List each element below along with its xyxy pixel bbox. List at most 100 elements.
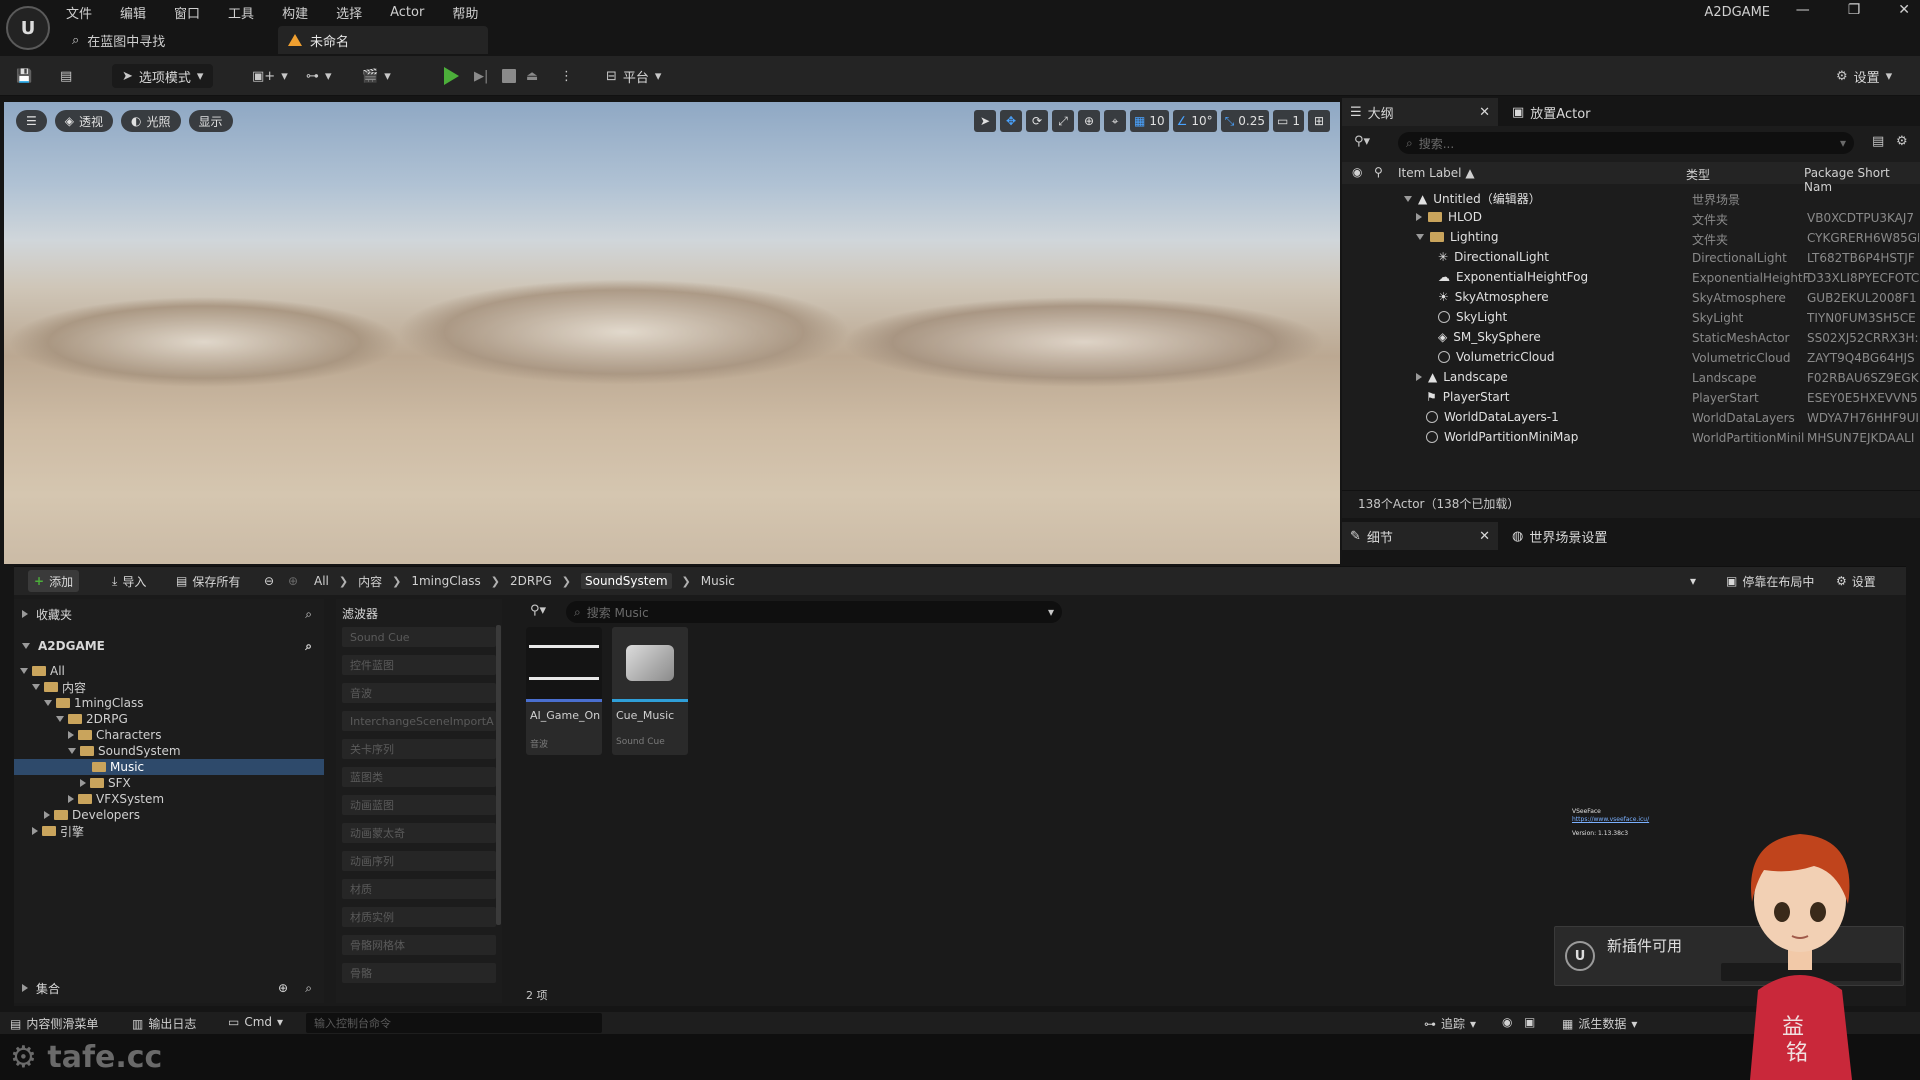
cmd-dropdown[interactable]: ▭ Cmd ▾ <box>228 1015 283 1029</box>
breadcrumb-item[interactable]: SoundSystem <box>580 573 672 589</box>
add-folder-icon[interactable]: ▤ <box>1872 134 1884 149</box>
add-collection-icon[interactable]: ⊕ <box>278 981 288 995</box>
eject-button[interactable]: ⏏ <box>526 64 538 88</box>
filter-item[interactable]: 材质 <box>342 879 496 899</box>
scale-tool-icon[interactable]: ⤢ <box>1052 110 1075 132</box>
tree-item[interactable]: Developers <box>14 807 324 823</box>
filter-item[interactable]: 动画序列 <box>342 851 496 871</box>
outliner-row[interactable]: Lighting 文件夹 CYKGRERH6W85GI <box>1342 228 1920 248</box>
rotation-snap-toggle[interactable]: ∠ 10° <box>1172 110 1217 132</box>
menu-tools[interactable]: 工具 <box>228 3 254 22</box>
tree-item[interactable]: SoundSystem <box>14 743 324 759</box>
layout-icon[interactable]: ⊞ <box>1308 110 1330 132</box>
tree-item[interactable]: 1mingClass <box>14 695 324 711</box>
filter-item[interactable]: InterchangeSceneImportA <box>342 711 496 731</box>
menu-select[interactable]: 选择 <box>336 3 362 22</box>
search-icon[interactable]: ⌕ <box>305 981 312 996</box>
chevron-right-icon[interactable]: ❯ <box>682 575 691 588</box>
tree-item[interactable]: Characters <box>14 727 324 743</box>
search-icon[interactable]: ⌕ <box>305 607 312 622</box>
filters-scrollbar[interactable] <box>496 625 501 925</box>
menu-actor[interactable]: Actor <box>390 5 424 20</box>
tab-place-actor[interactable]: ▣ 放置Actor <box>1504 98 1599 126</box>
collapse-icon[interactable] <box>56 716 64 722</box>
breadcrumb-item[interactable]: Music <box>701 574 735 588</box>
platform-button[interactable]: ⊟ 平台 ▾ <box>606 64 661 88</box>
asset-tile[interactable]: AI_Game_On 音波 <box>526 627 602 755</box>
filter-item[interactable]: 控件蓝图 <box>342 655 496 675</box>
collapse-icon[interactable] <box>68 748 76 754</box>
forward-button[interactable]: ⊕ <box>282 570 304 592</box>
tab-details[interactable]: ✎ 细节 ✕ <box>1342 522 1498 550</box>
chevron-right-icon[interactable]: ❯ <box>562 575 571 588</box>
cinematics-button[interactable]: 🎬 ▾ <box>362 64 391 88</box>
tree-item[interactable]: 2DRPG <box>14 711 324 727</box>
outliner-row[interactable]: ▲ Untitled（编辑器） 世界场景 <box>1342 188 1920 208</box>
outliner-row[interactable]: ◈ SM_SkySphere StaticMeshActor SS02XJ52CRRX… <box>1342 328 1920 348</box>
stop-button[interactable] <box>502 64 516 88</box>
filter-item[interactable]: 材质实例 <box>342 907 496 927</box>
grid-snap-toggle[interactable]: ▦ 10 <box>1130 110 1169 132</box>
add-button[interactable]: + 添加 <box>28 570 80 592</box>
level-viewport[interactable]: ☰ ◈ 透视 ◐ 光照 显示 ➤ ✥ ⟳ ⤢ ⊕ ⌖ ▦ 10 ∠ 10° ⤡ 0.25 … <box>4 102 1340 564</box>
camera-speed-button[interactable]: ▭ 1 <box>1273 110 1304 132</box>
outliner-row[interactable]: ⚑ PlayerStart PlayerStart ESEY0E5HXEVVN5I <box>1342 388 1920 408</box>
breadcrumb-item[interactable]: All <box>314 574 329 588</box>
outliner-row[interactable]: ▲ Landscape Landscape F02RBAU6SZ9EGK <box>1342 368 1920 388</box>
chevron-right-icon[interactable]: ❯ <box>491 575 500 588</box>
scale-snap-toggle[interactable]: ⤡ 0.25 <box>1220 110 1270 132</box>
outliner-row[interactable]: ✳ DirectionalLight DirectionalLight LT682TB… <box>1342 248 1920 268</box>
tree-item[interactable]: 引擎 <box>14 823 324 839</box>
expand-icon[interactable] <box>68 731 74 739</box>
settings-button[interactable]: ⚙ 设置 ▾ <box>1836 64 1892 88</box>
gear-icon[interactable]: ⚙ <box>1896 134 1908 149</box>
output-log-button[interactable]: ▥ 输出日志 <box>132 1015 196 1032</box>
tree-item[interactable]: 内容 <box>14 679 324 695</box>
find-in-blueprint[interactable]: ⌕ 在蓝图中寻找 <box>72 30 165 50</box>
menu-build[interactable]: 构建 <box>282 3 308 22</box>
filter-icon[interactable]: ⚲▾ <box>530 603 546 618</box>
save-all-button[interactable]: ▤ 保存所有 <box>170 570 246 592</box>
menu-file[interactable]: 文件 <box>66 3 92 22</box>
move-tool-icon[interactable]: ✥ <box>1000 110 1023 132</box>
menu-help[interactable]: 帮助 <box>452 3 478 22</box>
vseeface-link[interactable]: https://www.vseeface.icu/ <box>1572 816 1649 824</box>
filter-item[interactable]: 骨骼网格体 <box>342 935 496 955</box>
filter-item[interactable]: 关卡序列 <box>342 739 496 759</box>
minimize-icon[interactable]: — <box>1796 2 1810 18</box>
rotate-tool-icon[interactable]: ⟳ <box>1026 110 1049 132</box>
breadcrumb-item[interactable]: 内容 <box>358 573 382 590</box>
blueprint-button[interactable]: ⊶ ▾ <box>306 64 332 88</box>
expand-icon[interactable] <box>1416 213 1422 221</box>
filter-item[interactable]: 蓝图类 <box>342 767 496 787</box>
filter-item[interactable]: 动画蒙太奇 <box>342 823 496 843</box>
select-tool-icon[interactable]: ➤ <box>974 110 997 132</box>
expand-icon[interactable] <box>1416 373 1422 381</box>
asset-search-input[interactable]: ⌕ 搜索 Music ▾ <box>566 601 1062 623</box>
console-input[interactable]: 输入控制台命令 <box>306 1013 602 1033</box>
dock-in-layout-button[interactable]: ▣ 停靠在布局中 <box>1720 570 1820 592</box>
outliner-row[interactable]: HLOD 文件夹 VB0XCDTPU3KAJ7 <box>1342 208 1920 228</box>
tree-item[interactable]: VFXSystem <box>14 791 324 807</box>
breadcrumb-item[interactable]: 2DRPG <box>510 574 552 588</box>
outliner-row[interactable]: WorldPartitionMiniMap WorldPartitionMinil… <box>1342 428 1920 448</box>
outliner-search-input[interactable]: ⌕ 搜索... ▾ <box>1398 132 1854 154</box>
collapse-icon[interactable] <box>32 684 40 690</box>
outliner-row[interactable]: WorldDataLayers-1 WorldDataLayers WDYA7H76… <box>1342 408 1920 428</box>
trace-button[interactable]: ⊶ 追踪 ▾ <box>1424 1015 1476 1032</box>
unreal-logo-icon[interactable]: U <box>6 6 50 50</box>
filter-item[interactable]: 音波 <box>342 683 496 703</box>
eye-icon[interactable]: ◉ <box>1352 165 1362 179</box>
filter-item[interactable]: Sound Cue <box>342 627 496 647</box>
tree-item[interactable]: All <box>14 663 324 679</box>
save-icon[interactable]: 💾 <box>16 64 32 88</box>
tab-outliner[interactable]: ☰ 大纲 ✕ <box>1342 98 1498 126</box>
outliner-row[interactable]: SkyLight SkyLight TIYN0FUM3SH5CE <box>1342 308 1920 328</box>
pin-icon[interactable]: ⚲ <box>1374 165 1383 179</box>
menu-edit[interactable]: 编辑 <box>120 3 146 22</box>
camera-icon[interactable]: ▣ <box>1524 1015 1535 1029</box>
import-button[interactable]: ⤓ 导入 <box>106 570 152 592</box>
tree-item[interactable]: SFX <box>14 775 324 791</box>
menu-window[interactable]: 窗口 <box>174 3 200 22</box>
expand-icon[interactable] <box>44 811 50 819</box>
